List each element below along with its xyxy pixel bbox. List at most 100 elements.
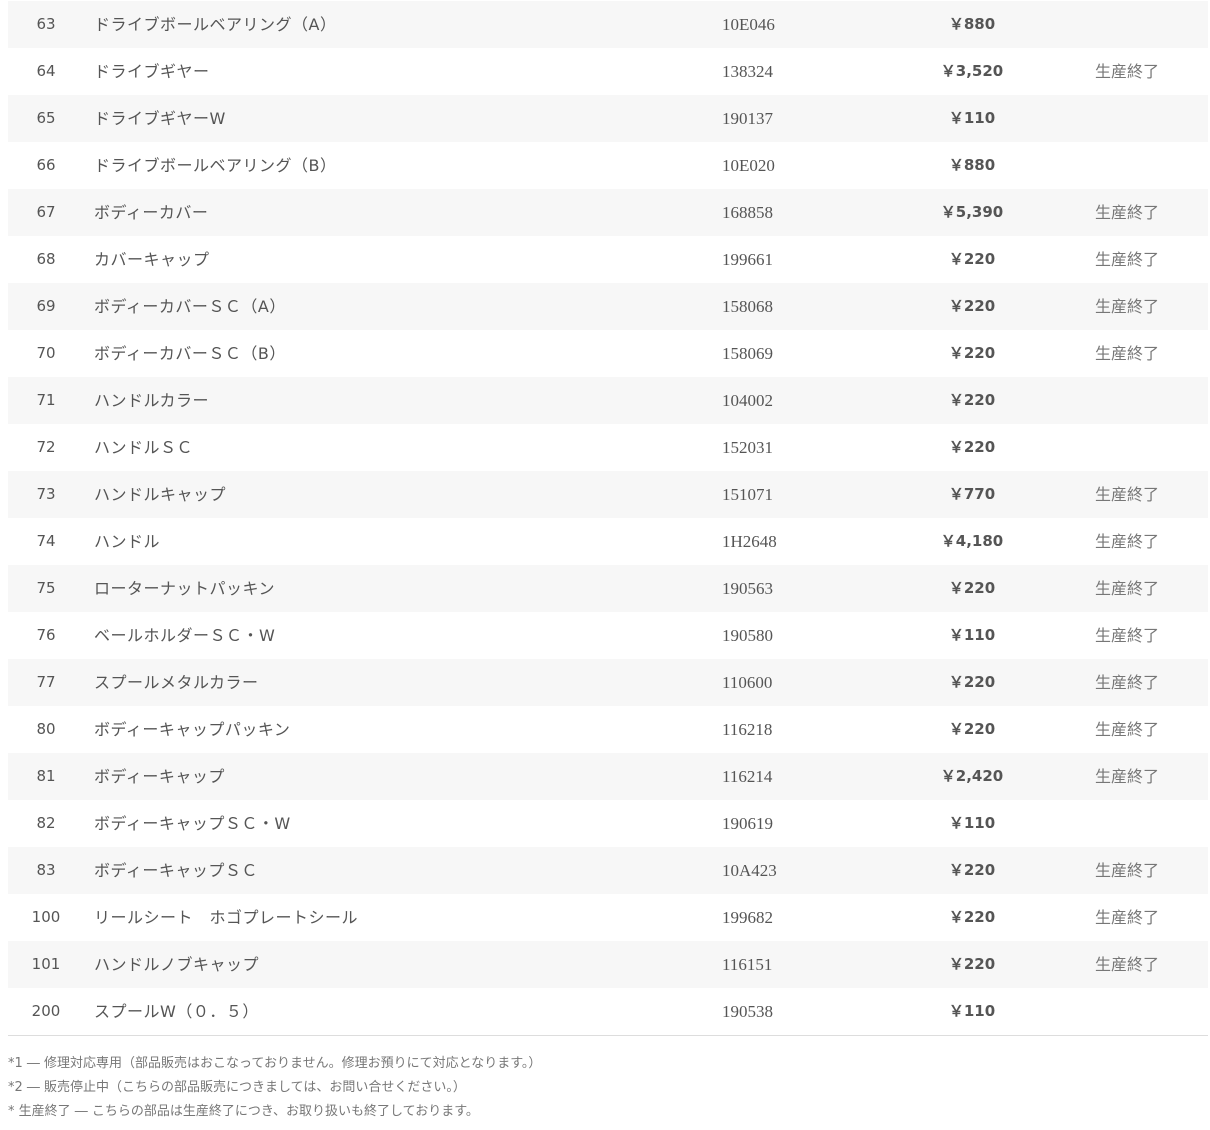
table-row: 72 ハンドルＳＣ 152031 ￥220 — [8, 424, 1208, 471]
table-row: 65 ドライブギヤーW 190137 ￥110 — [8, 95, 1208, 142]
part-name-cell: ベールホルダーＳＣ・W — [94, 626, 276, 645]
part-name-cell: ドライブボールベアリング（A） — [94, 15, 337, 34]
part-code-cell: 190137 — [722, 109, 773, 128]
price-cell: ￥770 — [948, 485, 996, 503]
part-name-cell: ドライブボールベアリング（B） — [94, 156, 337, 175]
part-code-cell: 104002 — [722, 391, 773, 410]
part-code-cell: 10A423 — [722, 861, 777, 880]
footnote-discontinued: * 生産終了 ― こちらの部品は生産終了につき、お取り扱いも終了しております。 — [8, 1104, 479, 1119]
part-code-cell: 190580 — [722, 626, 773, 645]
table-row: 76 ベールホルダーＳＣ・W 190580 ￥110 生産終了 — [8, 612, 1208, 659]
part-number-cell: 67 — [36, 203, 56, 221]
price-cell: ￥220 — [948, 720, 996, 738]
part-name-cell: ボディーカバーＳＣ（B） — [94, 344, 286, 363]
part-number-cell: 101 — [31, 955, 61, 973]
status-cell: 生産終了 — [1095, 720, 1160, 739]
part-number-cell: 70 — [36, 344, 56, 362]
part-name-cell: ボディーキャップパッキン — [94, 720, 291, 739]
price-cell: ￥220 — [948, 297, 996, 315]
status-cell: 生産終了 — [1095, 297, 1160, 316]
footnotes: *1 ― 修理対応専用（部品販売はおこなっておりません。修理お預りにて対応となり… — [8, 1052, 541, 1124]
price-cell: ￥220 — [948, 908, 996, 926]
price-cell: ￥220 — [948, 391, 996, 409]
part-code-cell: 168858 — [722, 203, 773, 222]
price-cell: ￥110 — [948, 626, 996, 644]
part-code-cell: 158069 — [722, 344, 773, 363]
table-row: 80 ボディーキャップパッキン 116218 ￥220 生産終了 — [8, 706, 1208, 753]
table-row: 71 ハンドルカラー 104002 ￥220 — [8, 377, 1208, 424]
table-row: 100 リールシート ホゴプレートシール 199682 ￥220 生産終了 — [8, 894, 1208, 941]
part-number-cell: 66 — [36, 156, 56, 174]
table-row: 101 ハンドルノブキャップ 116151 ￥220 生産終了 — [8, 941, 1208, 988]
status-cell: 生産終了 — [1095, 626, 1160, 645]
table-row: 70 ボディーカバーＳＣ（B） 158069 ￥220 生産終了 — [8, 330, 1208, 377]
part-code-cell: 199661 — [722, 250, 773, 269]
part-number-cell: 81 — [36, 767, 56, 785]
status-cell: 生産終了 — [1095, 861, 1160, 880]
part-number-cell: 74 — [36, 532, 56, 550]
part-name-cell: ボディーキャップＳＣ — [94, 861, 258, 880]
part-number-cell: 82 — [36, 814, 56, 832]
price-cell: ￥3,520 — [940, 62, 1004, 80]
part-name-cell: ハンドルキャップ — [94, 485, 227, 504]
part-code-cell: 138324 — [722, 62, 773, 81]
table-row: 77 スプールメタルカラー 110600 ￥220 生産終了 — [8, 659, 1208, 706]
part-code-cell: 190563 — [722, 579, 773, 598]
part-number-cell: 68 — [36, 250, 56, 268]
status-cell: 生産終了 — [1095, 250, 1160, 269]
table-row: 64 ドライブギヤー 138324 ￥3,520 生産終了 — [8, 48, 1208, 95]
part-code-cell: 158068 — [722, 297, 773, 316]
footnote-repair-only: *1 ― 修理対応専用（部品販売はおこなっておりません。修理お預りにて対応となり… — [8, 1056, 542, 1071]
part-code-cell: 110600 — [722, 673, 773, 692]
part-number-cell: 83 — [36, 861, 56, 879]
part-code-cell: 151071 — [722, 485, 773, 504]
part-name-cell: ハンドル — [94, 532, 161, 551]
price-cell: ￥220 — [948, 579, 996, 597]
part-name-cell: スプールメタルカラー — [94, 673, 259, 692]
status-cell: 生産終了 — [1095, 344, 1160, 363]
part-number-cell: 72 — [36, 438, 56, 456]
status-cell: 生産終了 — [1095, 955, 1160, 974]
status-cell: 生産終了 — [1095, 62, 1160, 81]
part-name-cell: ハンドルノブキャップ — [94, 955, 260, 974]
price-cell: ￥220 — [948, 250, 996, 268]
part-code-cell: 116218 — [722, 720, 773, 739]
part-number-cell: 76 — [36, 626, 56, 644]
price-cell: ￥110 — [948, 1002, 996, 1020]
part-number-cell: 77 — [36, 673, 56, 691]
footnote-sales-suspended: *2 ― 販売停止中（こちらの部品販売につきましては、お問い合せください。） — [8, 1080, 466, 1095]
price-cell: ￥220 — [948, 955, 996, 973]
part-number-cell: 69 — [36, 297, 56, 315]
part-number-cell: 64 — [36, 62, 56, 80]
part-code-cell: 190619 — [722, 814, 773, 833]
part-code-cell: 10E046 — [722, 15, 775, 34]
part-number-cell: 63 — [36, 15, 56, 33]
table-row: 75 ローターナットパッキン 190563 ￥220 生産終了 — [8, 565, 1208, 612]
part-code-cell: 116214 — [722, 767, 773, 786]
price-cell: ￥5,390 — [940, 203, 1004, 221]
price-cell: ￥4,180 — [940, 532, 1004, 550]
part-code-cell: 152031 — [722, 438, 773, 457]
part-code-cell: 190538 — [722, 1002, 773, 1021]
part-name-cell: ドライブギヤー — [94, 62, 210, 81]
part-number-cell: 80 — [36, 720, 56, 738]
table-row: 82 ボディーキャップＳＣ・W 190619 ￥110 — [8, 800, 1208, 847]
part-code-cell: 116151 — [722, 955, 773, 974]
price-cell: ￥220 — [948, 438, 996, 456]
table-row: 74 ハンドル 1H2648 ￥4,180 生産終了 — [8, 518, 1208, 565]
price-cell: ￥220 — [948, 673, 996, 691]
price-cell: ￥880 — [948, 15, 996, 33]
part-number-cell: 200 — [31, 1002, 61, 1020]
part-number-cell: 75 — [36, 579, 56, 597]
part-name-cell: ボディーキャップ — [94, 767, 225, 786]
status-cell: 生産終了 — [1095, 579, 1160, 598]
price-cell: ￥110 — [948, 814, 996, 832]
part-name-cell: リールシート ホゴプレートシール — [94, 908, 359, 927]
status-cell: 生産終了 — [1095, 908, 1160, 927]
status-cell: 生産終了 — [1095, 673, 1160, 692]
price-cell: ￥110 — [948, 109, 996, 127]
price-cell: ￥220 — [948, 861, 996, 879]
part-name-cell: ハンドルＳＣ — [94, 438, 194, 457]
part-name-cell: ボディーキャップＳＣ・W — [94, 814, 291, 833]
table-row: 83 ボディーキャップＳＣ 10A423 ￥220 生産終了 — [8, 847, 1208, 894]
